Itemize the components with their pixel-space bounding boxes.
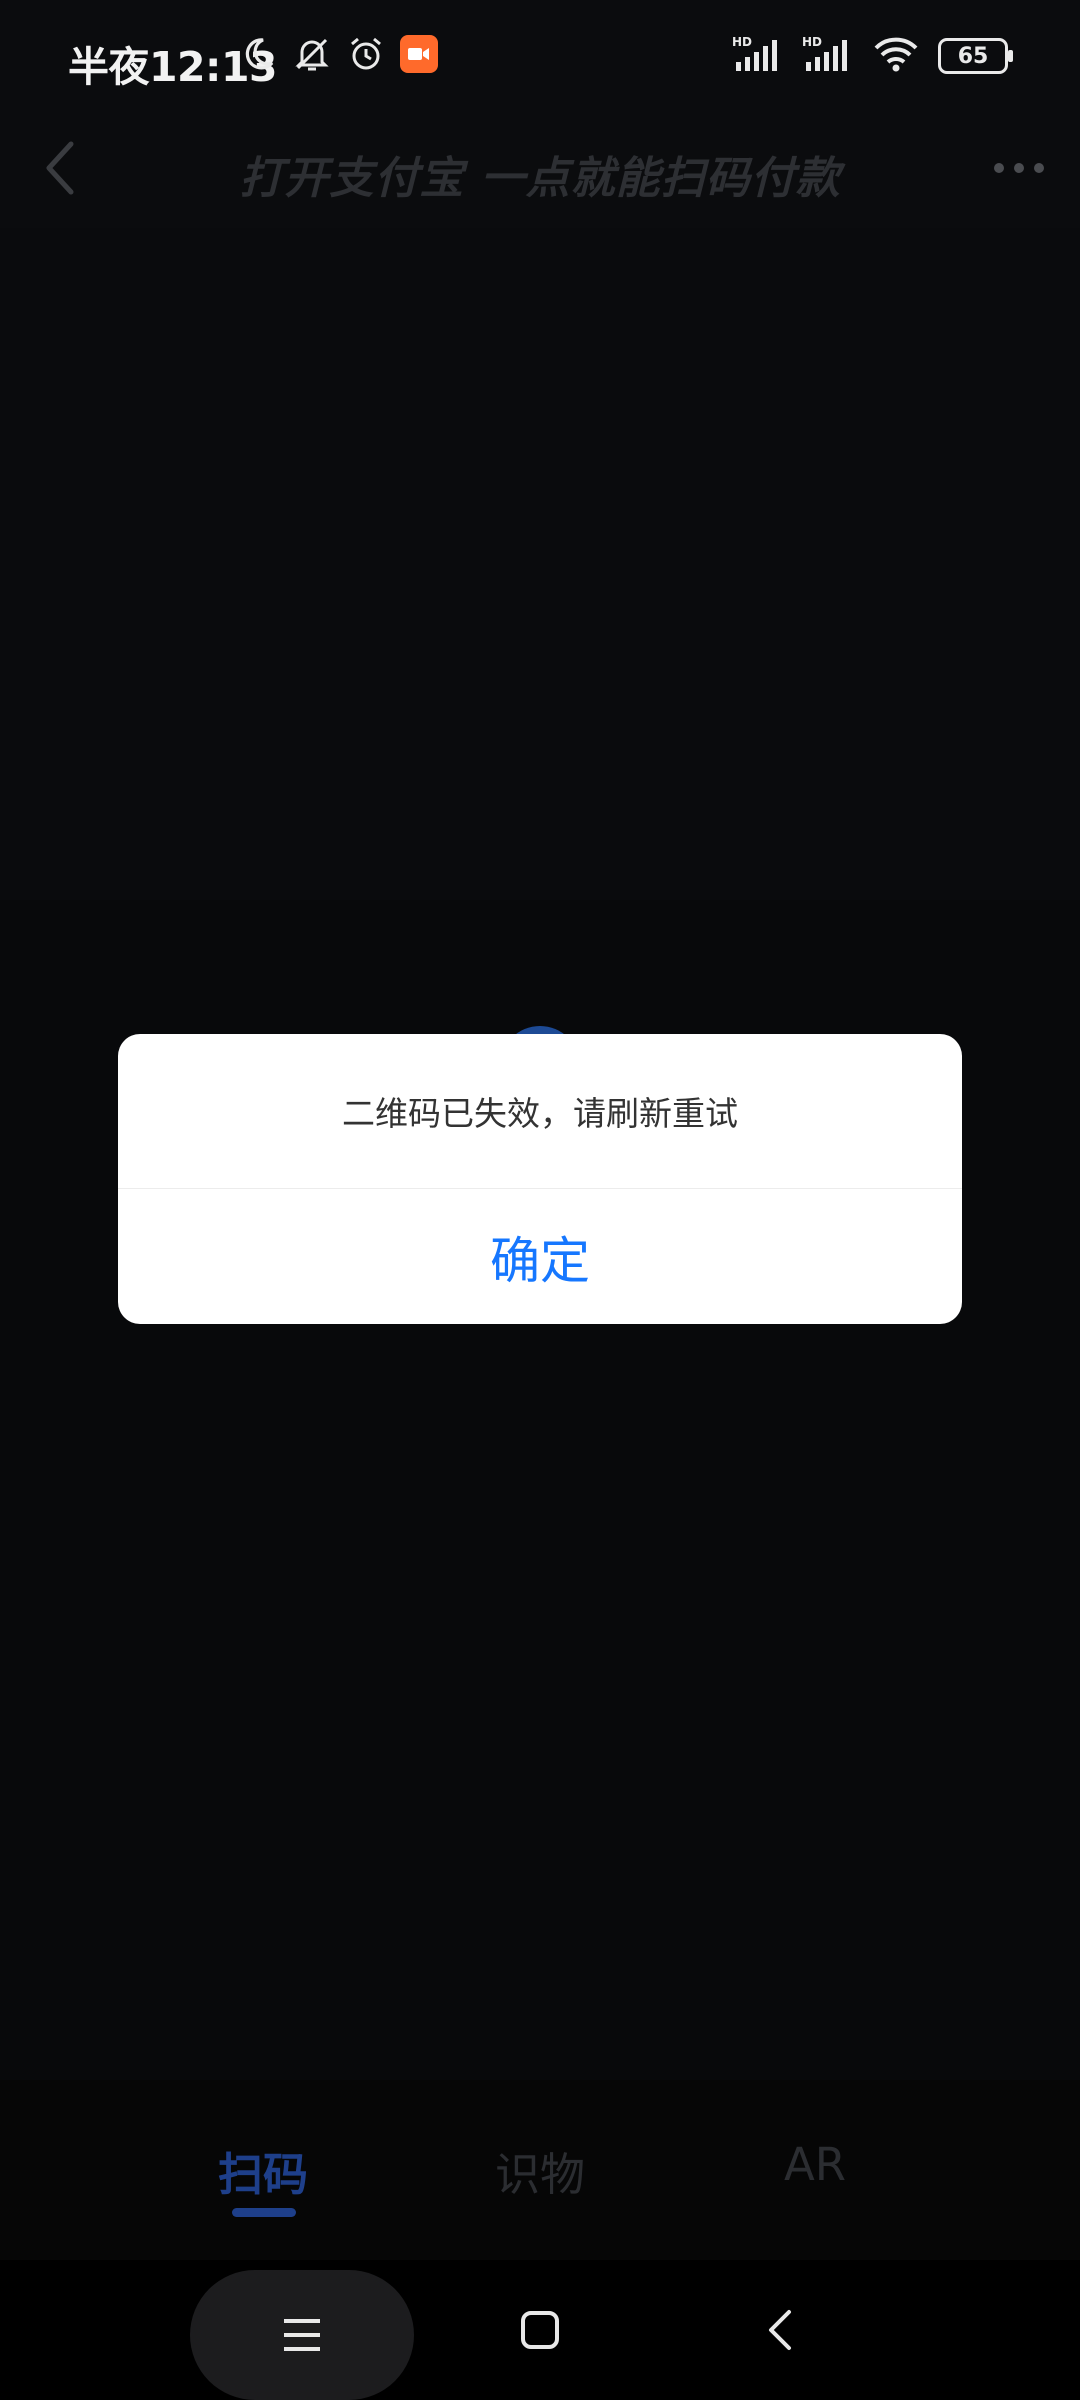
system-navigation-bar	[0, 2260, 1080, 2400]
confirm-button[interactable]: 确定	[118, 1189, 962, 1324]
page-title: 打开支付宝 一点就能扫码付款	[239, 153, 841, 204]
status-bar: 半夜12:13 HD HD 65	[0, 0, 1080, 118]
home-square-icon	[521, 2311, 559, 2349]
back-chevron-icon	[769, 2310, 791, 2350]
moon-icon	[238, 34, 278, 74]
mute-icon	[292, 34, 332, 74]
hd-signal-icon: HD	[802, 34, 854, 78]
status-icons-left	[238, 34, 438, 74]
hd-signal-icon: HD	[732, 34, 784, 78]
scan-mode-tabs: 扫码 识物 AR	[0, 2080, 1080, 2260]
battery-icon: 65	[938, 38, 1013, 74]
battery-level: 65	[957, 43, 989, 69]
status-icons-right: HD HD 65	[732, 34, 1013, 78]
tab-scan-code[interactable]: 扫码	[218, 2138, 308, 2203]
dialog-message: 二维码已失效，请刷新重试	[342, 1094, 738, 1133]
menu-lines-icon	[284, 2319, 320, 2351]
alarm-icon	[346, 34, 386, 74]
alert-dialog: 二维码已失效，请刷新重试 确定	[118, 1034, 962, 1324]
wifi-icon	[872, 35, 920, 77]
active-tab-indicator	[232, 2208, 296, 2217]
tab-recognize-object[interactable]: 识物	[495, 2138, 585, 2203]
recent-apps-button[interactable]	[190, 2270, 414, 2400]
tab-ar[interactable]: AR	[784, 2138, 846, 2191]
system-back-button[interactable]	[730, 2280, 830, 2380]
svg-text:HD: HD	[802, 35, 822, 49]
screen-recorder-icon	[400, 35, 438, 73]
more-dots-icon	[994, 163, 1044, 173]
svg-text:HD: HD	[732, 35, 752, 49]
more-button[interactable]	[984, 138, 1054, 198]
top-navigation: 打开支付宝 一点就能扫码付款	[0, 118, 1080, 228]
home-button[interactable]	[490, 2280, 590, 2380]
